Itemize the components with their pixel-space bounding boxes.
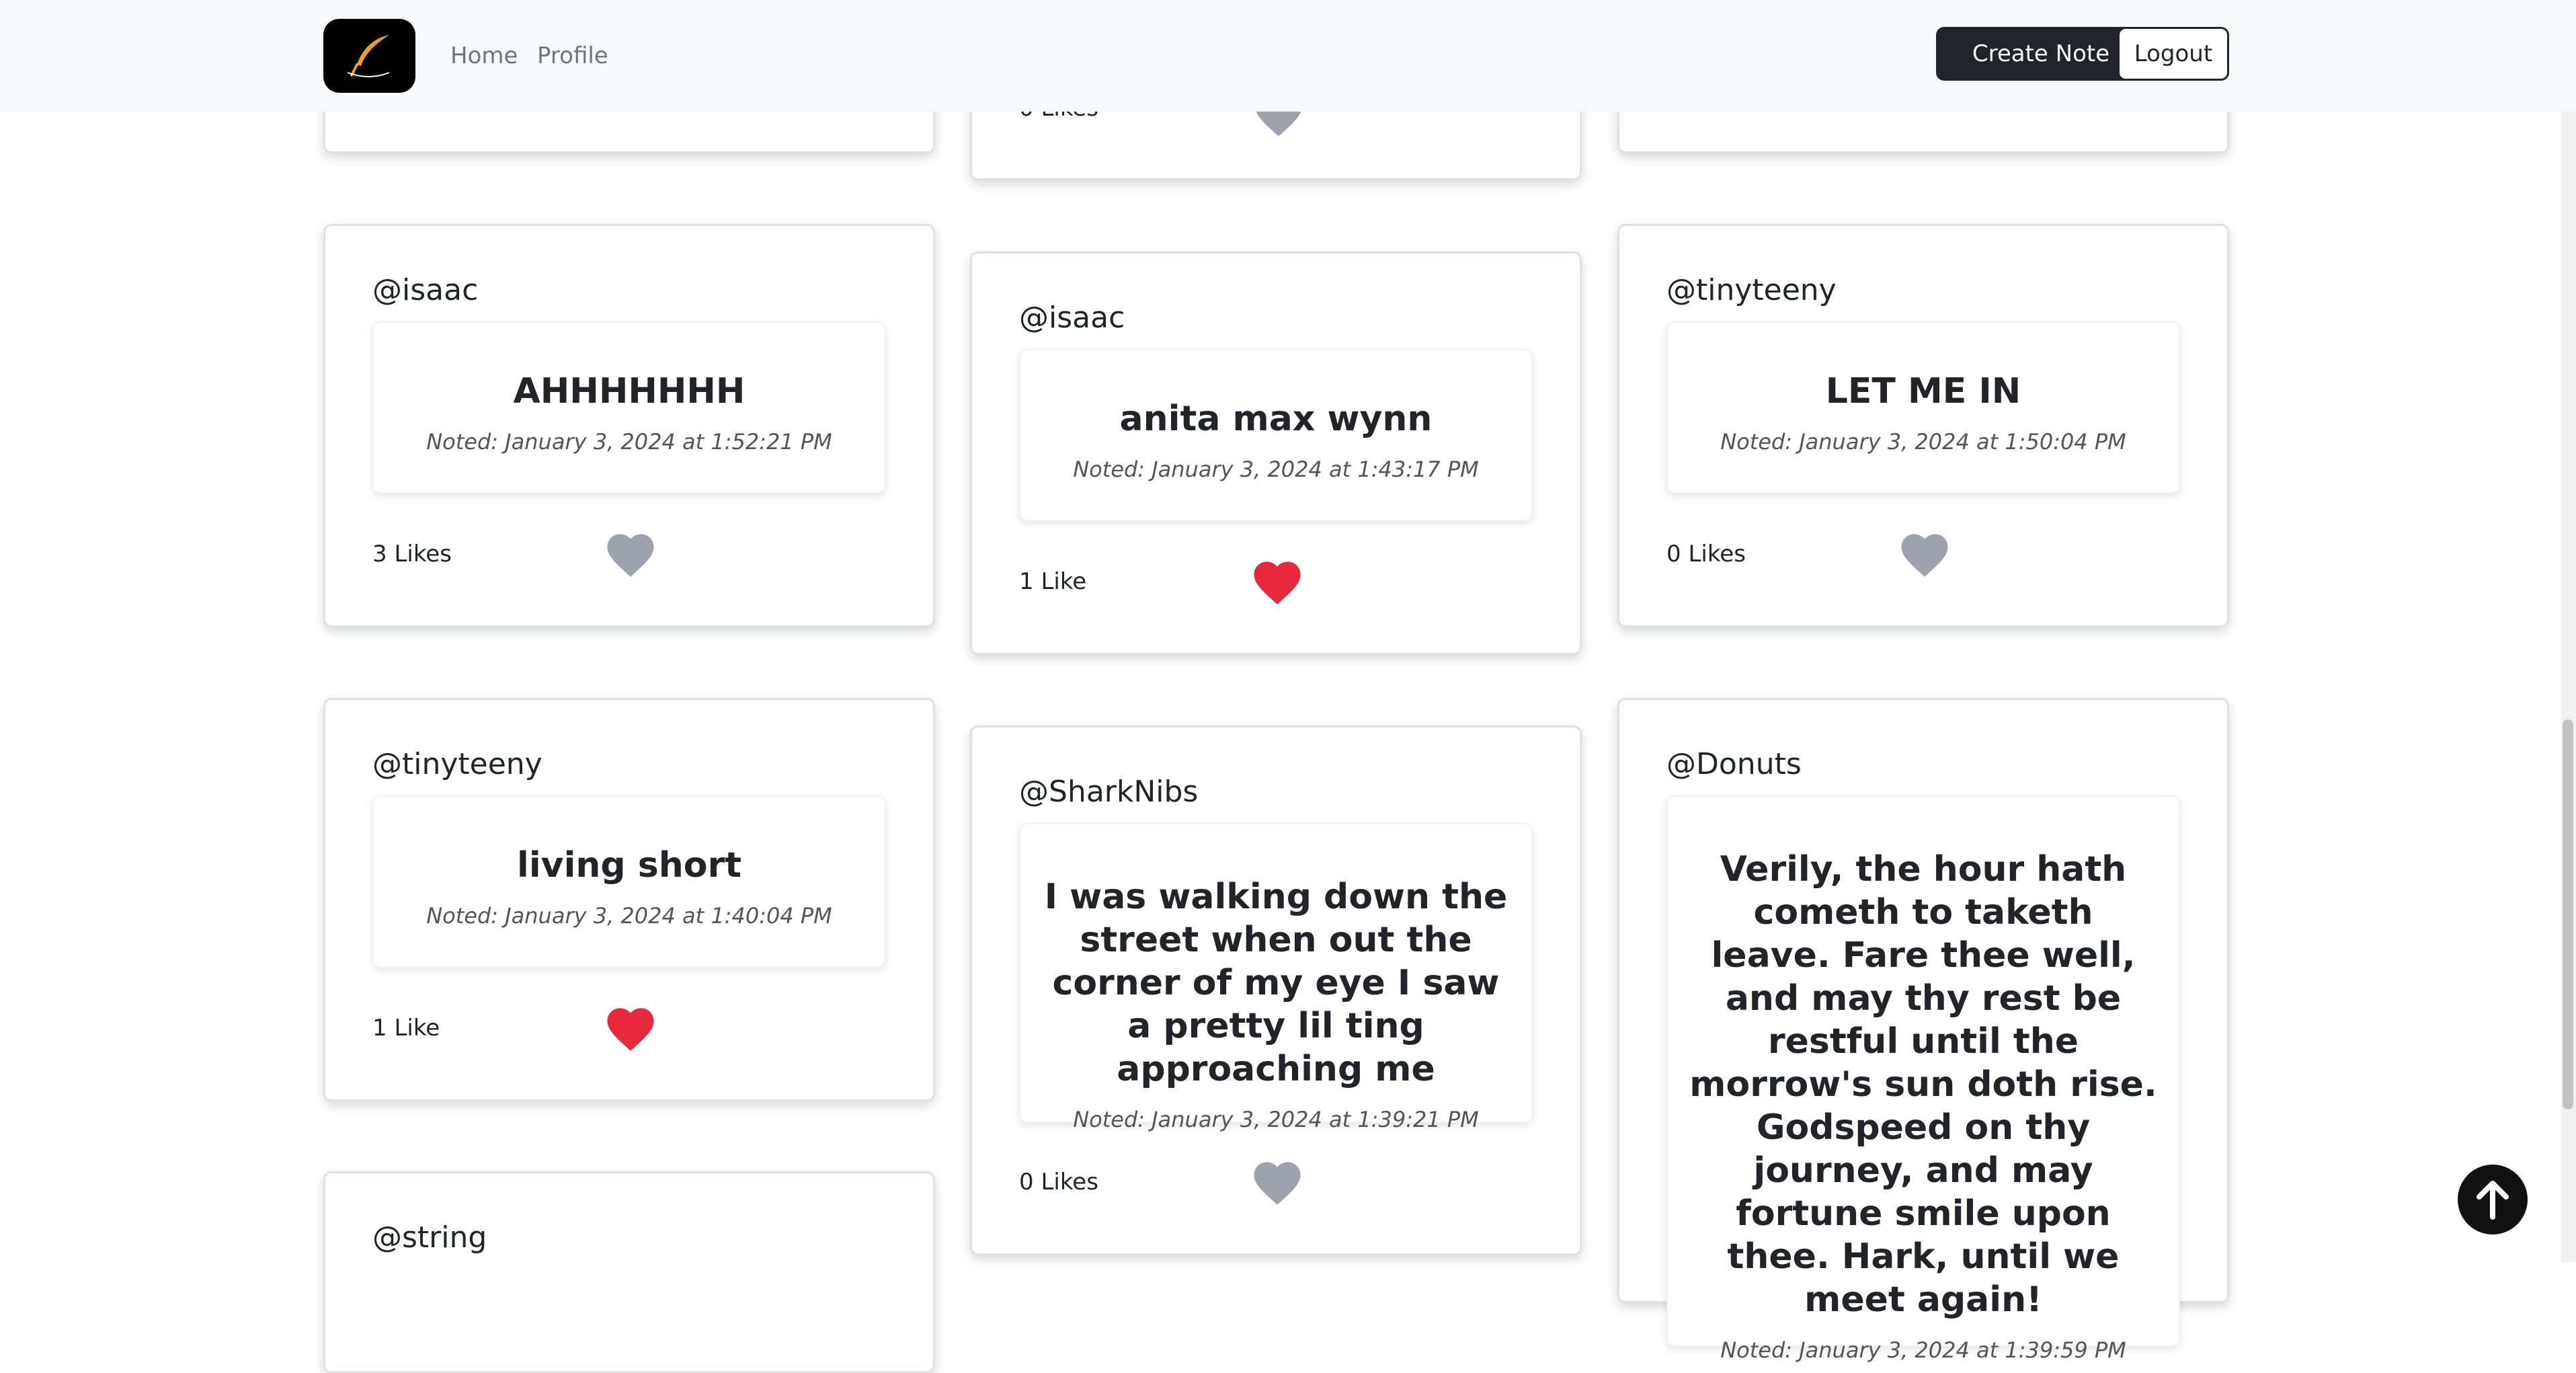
note-username[interactable]: @string [372,1220,487,1255]
note-card: @tinyteeny LET ME IN Noted: January 3, 2… [1617,224,2229,627]
heart-icon[interactable] [1249,1155,1305,1206]
note-body: I was walking down the street when out t… [1019,823,1533,1132]
note-username[interactable]: @Donuts [1666,747,1802,781]
like-count: 0 Likes [1019,1169,1098,1195]
like-count: 3 Likes [372,541,452,567]
logout-button[interactable]: Logout [2118,27,2229,81]
note-username[interactable]: @isaac [1019,301,1125,335]
note-text: I was walking down the street when out t… [1044,877,1508,1089]
note-text: Verily, the hour hath cometh to taketh l… [1689,849,2157,1320]
heart-icon[interactable] [602,1001,659,1052]
note-body: anita max wynn Noted: January 3, 2024 at… [1019,349,1533,521]
nav-home-link[interactable]: Home [450,39,518,73]
note-username[interactable]: @tinyteeny [372,747,542,781]
note-card: @isaac anita max wynn Noted: January 3, … [970,251,1582,655]
like-count: 1 Like [372,1015,440,1042]
nav-profile-link[interactable]: Profile [537,39,608,73]
note-card: @tinyteeny living short Noted: January 3… [323,698,935,1101]
note-card: @isaac AHHHHHHH Noted: January 3, 2024 a… [323,224,935,627]
note-card: @Donuts Verily, the hour hath cometh to … [1617,698,2229,1363]
note-date: Noted: January 3, 2024 at 1:40:04 PM [426,903,832,929]
navbar: Home Profile Create Note Logout [0,0,2576,112]
heart-icon[interactable] [1249,555,1305,606]
scrollbar-thumb[interactable] [2563,719,2573,1109]
note-date: Noted: January 3, 2024 at 1:39:21 PM [1073,1107,1479,1132]
note-date: Noted: January 3, 2024 at 1:50:04 PM [1720,429,2126,455]
scroll-to-top-button[interactable] [2458,1165,2528,1234]
heart-icon[interactable] [1896,527,1953,578]
note-username[interactable]: @SharkNibs [1019,775,1198,809]
note-text: anita max wynn [1119,399,1433,439]
note-text: AHHHHHHH [513,371,746,411]
note-date: Noted: January 3, 2024 at 1:39:59 PM [1720,1337,2126,1363]
note-body: AHHHHHHH Noted: January 3, 2024 at 1:52:… [372,321,886,494]
note-username[interactable]: @tinyteeny [1666,273,1837,307]
heart-icon[interactable] [602,527,659,578]
feather-quill-icon[interactable] [323,19,415,93]
note-date: Noted: January 3, 2024 at 1:52:21 PM [426,429,832,455]
note-card: @string [323,1171,935,1373]
like-count: 0 Likes [1666,541,1746,567]
like-count: 1 Like [1019,568,1087,595]
note-body: LET ME IN Noted: January 3, 2024 at 1:50… [1666,321,2180,494]
note-text: LET ME IN [1825,371,2021,411]
note-card: @SharkNibs I was walking down the street… [970,725,1582,1255]
create-note-button[interactable]: Create Note [1936,27,2146,81]
note-username[interactable]: @isaac [372,273,478,307]
note-body: Verily, the hour hath cometh to taketh l… [1666,795,2180,1363]
arrow-up-icon [2477,1181,2509,1220]
note-text: living short [517,845,741,886]
note-body: living short Noted: January 3, 2024 at 1… [372,795,886,968]
note-date: Noted: January 3, 2024 at 1:43:17 PM [1073,457,1479,482]
